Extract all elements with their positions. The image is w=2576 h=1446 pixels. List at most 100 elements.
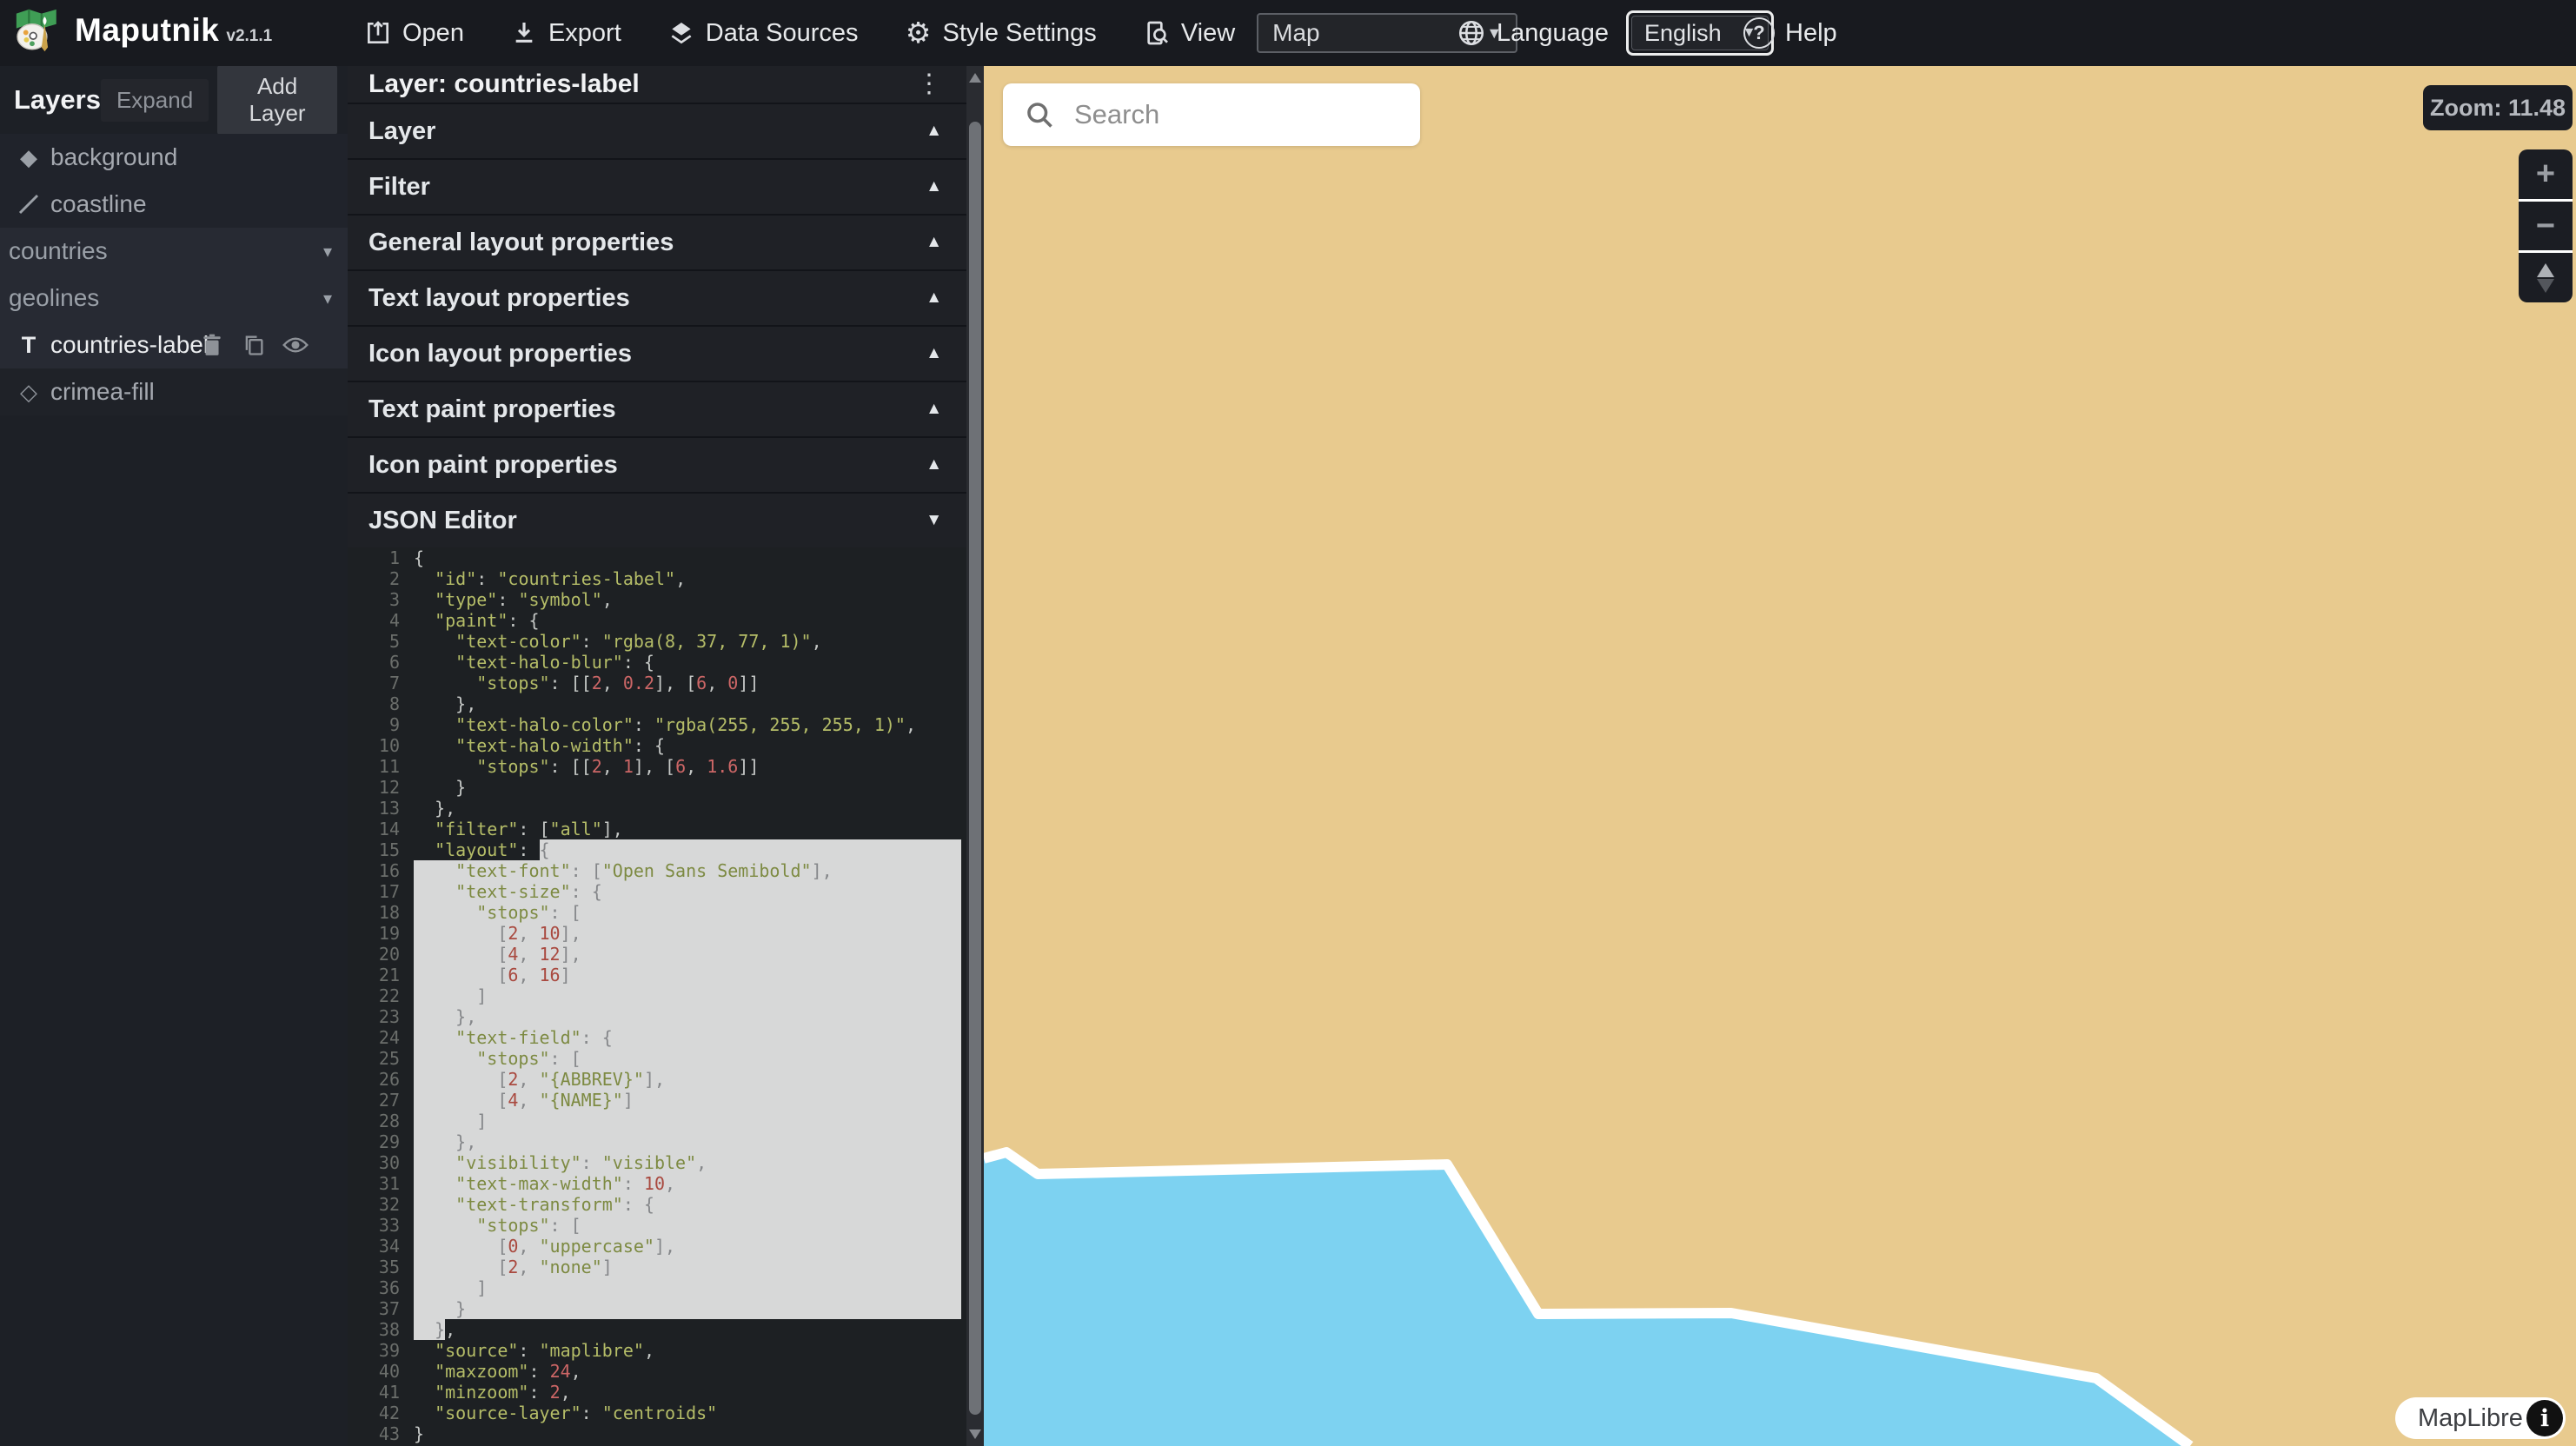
layer-editor-panel: Layer: countries-label ⋮ Layer ▲ Filter … bbox=[348, 66, 966, 1446]
kebab-menu-icon[interactable]: ⋮ bbox=[909, 71, 949, 97]
line-number: 28 bbox=[348, 1111, 414, 1131]
section-json-editor[interactable]: JSON Editor ▼ bbox=[348, 494, 966, 549]
code-line[interactable]: 32 "text-transform": { bbox=[348, 1194, 966, 1215]
layer-item-crimea-fill[interactable]: ◇ crimea-fill bbox=[0, 368, 348, 415]
selection-highlight: [6, 16] bbox=[414, 965, 961, 985]
code-line[interactable]: 2 "id": "countries-label", bbox=[348, 568, 966, 589]
code-line[interactable]: 31 "text-max-width": 10, bbox=[348, 1173, 966, 1194]
code-line[interactable]: 37 } bbox=[348, 1298, 966, 1319]
code-line[interactable]: 29 }, bbox=[348, 1131, 966, 1152]
zoom-out-button[interactable]: − bbox=[2519, 199, 2573, 251]
code-line[interactable]: 41 "minzoom": 2, bbox=[348, 1382, 966, 1403]
style-settings-button[interactable]: ⚙ Style Settings bbox=[903, 18, 1096, 48]
collapse-arrow-icon: ▲ bbox=[926, 344, 942, 363]
layer-item-coastline[interactable]: coastline bbox=[0, 181, 348, 228]
line-number: 14 bbox=[348, 819, 414, 839]
code-line[interactable]: 40 "maxzoom": 24, bbox=[348, 1361, 966, 1382]
code-line[interactable]: 33 "stops": [ bbox=[348, 1215, 966, 1236]
code-line[interactable]: 30 "visibility": "visible", bbox=[348, 1152, 966, 1173]
code-line[interactable]: 17 "text-size": { bbox=[348, 881, 966, 902]
collapse-arrow-icon: ▲ bbox=[926, 122, 942, 141]
panel-scrollbar[interactable] bbox=[966, 66, 984, 1446]
code-line[interactable]: 24 "text-field": { bbox=[348, 1027, 966, 1048]
visibility-eye-icon[interactable] bbox=[282, 331, 309, 359]
search-input[interactable] bbox=[1072, 98, 1406, 131]
code-line[interactable]: 6 "text-halo-blur": { bbox=[348, 652, 966, 673]
code-line[interactable]: 13 }, bbox=[348, 798, 966, 819]
code-line[interactable]: 5 "text-color": "rgba(8, 37, 77, 1)", bbox=[348, 631, 966, 652]
export-button[interactable]: Export bbox=[509, 18, 621, 48]
code-line[interactable]: 36 ] bbox=[348, 1277, 966, 1298]
line-number: 10 bbox=[348, 735, 414, 756]
code-line[interactable]: 10 "text-halo-width": { bbox=[348, 735, 966, 756]
map-canvas[interactable]: Zoom: 11.48 + − MapLibre i bbox=[984, 66, 2576, 1446]
open-label: Open bbox=[402, 19, 464, 48]
code-line[interactable]: 34 [0, "uppercase"], bbox=[348, 1236, 966, 1257]
code-line[interactable]: 26 [2, "{ABBREV}"], bbox=[348, 1069, 966, 1090]
selection-highlight: "stops": [ bbox=[414, 1048, 961, 1069]
selection-highlight: [4, 12], bbox=[414, 944, 961, 965]
code-line[interactable]: 42 "source-layer": "centroids" bbox=[348, 1403, 966, 1423]
info-icon[interactable]: i bbox=[2526, 1400, 2563, 1436]
layer-item-countries-label[interactable]: T countries-label bbox=[0, 322, 348, 368]
section-text-paint[interactable]: Text paint properties ▲ bbox=[348, 382, 966, 438]
section-filter[interactable]: Filter ▲ bbox=[348, 160, 966, 216]
code-line[interactable]: 38 }, bbox=[348, 1319, 966, 1340]
code-line[interactable]: 3 "type": "symbol", bbox=[348, 589, 966, 610]
code-line[interactable]: 8 }, bbox=[348, 693, 966, 714]
duplicate-layer-icon[interactable] bbox=[240, 331, 268, 359]
scrollbar-thumb[interactable] bbox=[969, 122, 981, 1415]
code-line[interactable]: 4 "paint": { bbox=[348, 610, 966, 631]
attribution-label[interactable]: MapLibre bbox=[2418, 1404, 2523, 1433]
expand-button[interactable]: Expand bbox=[101, 79, 209, 122]
delete-layer-icon[interactable] bbox=[198, 331, 226, 359]
code-line[interactable]: 14 "filter": ["all"], bbox=[348, 819, 966, 839]
code-line[interactable]: 16 "text-font": ["Open Sans Semibold"], bbox=[348, 860, 966, 881]
code-line[interactable]: 18 "stops": [ bbox=[348, 902, 966, 923]
style-settings-label: Style Settings bbox=[942, 19, 1096, 48]
code-line[interactable]: 12 } bbox=[348, 777, 966, 798]
zoom-in-button[interactable]: + bbox=[2519, 149, 2573, 199]
code-line[interactable]: 23 }, bbox=[348, 1006, 966, 1027]
line-number: 31 bbox=[348, 1173, 414, 1194]
code-line[interactable]: 22 ] bbox=[348, 985, 966, 1006]
section-icon-layout[interactable]: Icon layout properties ▲ bbox=[348, 327, 966, 382]
code-line[interactable]: 20 [4, 12], bbox=[348, 944, 966, 965]
layer-group-countries[interactable]: countries ▾ bbox=[0, 228, 348, 275]
add-layer-button[interactable]: Add Layer bbox=[217, 65, 337, 135]
line-number: 23 bbox=[348, 1006, 414, 1027]
data-sources-button[interactable]: Data Sources bbox=[667, 18, 859, 48]
compass-button[interactable] bbox=[2519, 250, 2573, 302]
help-button[interactable]: ? Help bbox=[1743, 0, 1837, 66]
section-general-layout[interactable]: General layout properties ▲ bbox=[348, 216, 966, 271]
code-line[interactable]: 27 [4, "{NAME}"] bbox=[348, 1090, 966, 1111]
code-line[interactable]: 19 [2, 10], bbox=[348, 923, 966, 944]
code-line[interactable]: 43} bbox=[348, 1423, 966, 1444]
layer-group-geolines[interactable]: geolines ▾ bbox=[0, 275, 348, 322]
code-line[interactable]: 28 ] bbox=[348, 1111, 966, 1131]
scroll-up-arrow-icon[interactable] bbox=[969, 73, 981, 83]
app-brand[interactable]: Maputnik v2.1.1 bbox=[12, 5, 272, 56]
section-icon-paint[interactable]: Icon paint properties ▲ bbox=[348, 438, 966, 494]
open-button[interactable]: Open bbox=[363, 18, 464, 48]
code-line[interactable]: 1{ bbox=[348, 547, 966, 568]
code-line[interactable]: 15 "layout": { bbox=[348, 839, 966, 860]
code-line[interactable]: 9 "text-halo-color": "rgba(255, 255, 255… bbox=[348, 714, 966, 735]
section-text-layout[interactable]: Text layout properties ▲ bbox=[348, 271, 966, 327]
code-line[interactable]: 11 "stops": [[2, 1], [6, 1.6]] bbox=[348, 756, 966, 777]
open-icon bbox=[363, 18, 393, 48]
code-line[interactable]: 21 [6, 16] bbox=[348, 965, 966, 985]
selection-highlight: ] bbox=[414, 985, 961, 1006]
layer-item-background[interactable]: ◆ background bbox=[0, 134, 348, 181]
line-number: 41 bbox=[348, 1382, 414, 1403]
section-layer[interactable]: Layer ▲ bbox=[348, 104, 966, 160]
scroll-down-arrow-icon[interactable] bbox=[969, 1429, 981, 1439]
code-line[interactable]: 7 "stops": [[2, 0.2], [6, 0]] bbox=[348, 673, 966, 693]
data-sources-label: Data Sources bbox=[706, 19, 859, 48]
code-line[interactable]: 39 "source": "maplibre", bbox=[348, 1340, 966, 1361]
code-line[interactable]: 25 "stops": [ bbox=[348, 1048, 966, 1069]
code-line[interactable]: 35 [2, "none"] bbox=[348, 1257, 966, 1277]
line-number: 20 bbox=[348, 944, 414, 965]
layers-sidebar: Layers Expand Add Layer ◆ background coa… bbox=[0, 66, 348, 1446]
json-editor-code[interactable]: 1{2 "id": "countries-label",3 "type": "s… bbox=[348, 547, 966, 1446]
